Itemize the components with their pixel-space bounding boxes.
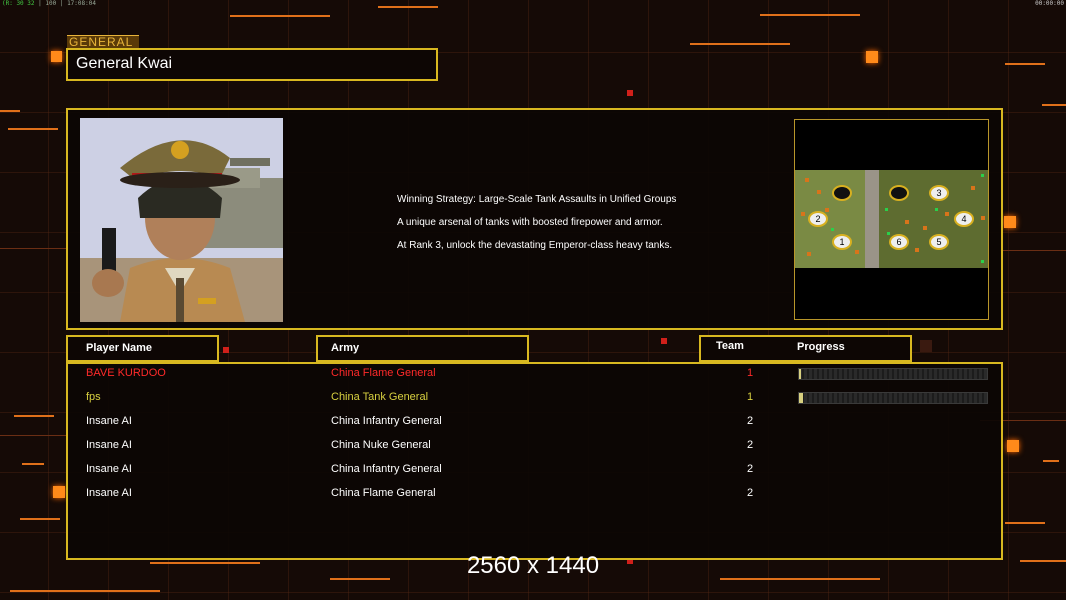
debug-stats: (R: 30 32 | 100 | 17:08:04 [2,0,96,7]
player-row[interactable]: Insane AI China Infantry General 2 [68,412,1001,432]
player-army: China Flame General [331,487,436,499]
player-army: China Infantry General [331,415,442,427]
debug-fps: (R: 30 32 [2,0,35,7]
player-row[interactable]: fps China Tank General 1 [68,388,1001,408]
debug-clock: 17:08:04 [67,0,96,7]
player-team: 1 [746,367,754,379]
general-name: General Kwai [76,55,173,72]
player-team: 2 [746,415,754,427]
start-position-3: 3 [936,188,941,198]
player-progress-bar [798,368,988,380]
header-player-name-label: Player Name [86,342,153,354]
player-army: China Flame General [331,367,436,379]
header-team-progress: Team Progress [699,335,912,362]
general-section-label: GENERAL [67,35,139,49]
player-team: 1 [746,391,754,403]
player-progress-fill [799,393,803,403]
player-row[interactable]: BAVE KURDOO China Flame General 1 [68,364,1001,384]
resolution-overlay: 2560 x 1440 [466,552,600,579]
header-progress-label: Progress [797,341,845,353]
map-preview-image: 3 2 4 1 6 5 [795,120,988,319]
description-line: A unique arsenal of tanks with boosted f… [397,217,663,228]
player-team: 2 [746,487,754,499]
player-name: Insane AI [86,487,132,499]
player-row[interactable]: Insane AI China Flame General 2 [68,484,1001,504]
general-portrait-image [80,118,283,322]
game-timer: 00:00:00 [1035,0,1064,7]
start-position-6: 6 [896,237,901,247]
general-description: Winning Strategy: Large-Scale Tank Assau… [397,188,676,257]
description-line: Winning Strategy: Large-Scale Tank Assau… [397,194,677,205]
players-list: BAVE KURDOO China Flame General 1 fps China … [66,362,1003,560]
start-position-5: 5 [936,237,941,247]
player-army: China Tank General [331,391,429,403]
player-team: 2 [746,463,754,475]
player-name: fps [86,391,101,403]
player-name: BAVE KURDOO [86,367,166,379]
player-army: China Infantry General [331,463,442,475]
map-preview[interactable]: 3 2 4 1 6 5 [794,119,989,320]
player-name: Insane AI [86,415,132,427]
header-army: Army [316,335,529,362]
player-row[interactable]: Insane AI China Nuke General 2 [68,436,1001,456]
player-name: Insane AI [86,439,132,451]
start-position-1: 1 [839,237,844,247]
start-position-4: 4 [961,214,966,224]
debug-counts: | 100 | [38,0,64,7]
player-army: China Nuke General [331,439,431,451]
general-info-panel: Winning Strategy: Large-Scale Tank Assau… [66,108,1003,330]
general-portrait [80,118,283,322]
header-player-name: Player Name [66,335,219,362]
header-team-label: Team [716,340,744,352]
player-team: 2 [746,439,754,451]
player-name: Insane AI [86,463,132,475]
header-army-label: Army [331,342,360,354]
player-progress-fill [799,369,801,379]
player-progress-bar [798,392,988,404]
start-position-2: 2 [815,214,820,224]
description-line: At Rank 3, unlock the devastating Empero… [397,240,673,251]
general-name-box: General Kwai [66,48,438,81]
player-row[interactable]: Insane AI China Infantry General 2 [68,460,1001,480]
